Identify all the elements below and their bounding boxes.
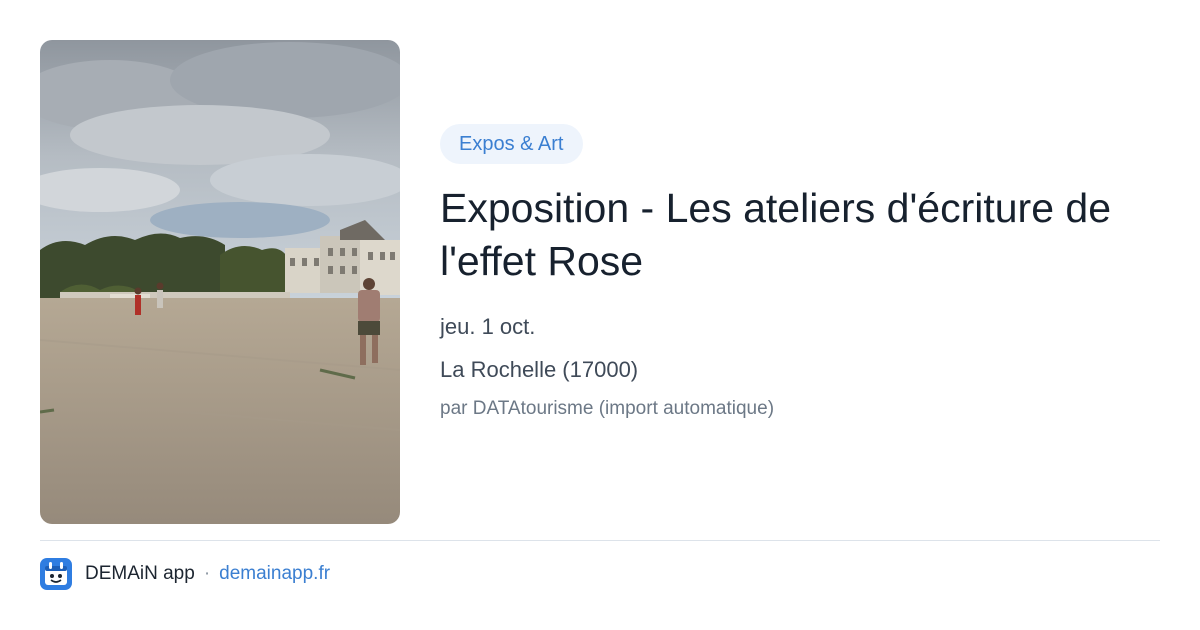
- footer-divider: [40, 540, 1160, 541]
- event-photo: [40, 40, 400, 524]
- demain-app-icon: [40, 558, 72, 590]
- footer: DEMAiN app · demainapp.fr: [40, 558, 330, 590]
- footer-separator: ·: [203, 563, 211, 584]
- event-source: par DATAtourisme (import automatique): [440, 398, 775, 419]
- event-preview-card[interactable]: Expos & Art Exposition - Les ateliers d'…: [0, 0, 1200, 630]
- event-location: La Rochelle (17000): [440, 357, 639, 382]
- domain-link[interactable]: demainapp.fr: [219, 563, 330, 585]
- app-name: DEMAiN app: [85, 563, 195, 584]
- event-date: jeu. 1 oct.: [440, 314, 536, 339]
- event-info: Expos & Art Exposition - Les ateliers d'…: [440, 124, 1160, 422]
- category-tag[interactable]: Expos & Art: [440, 124, 583, 164]
- event-title[interactable]: Exposition - Les ateliers d'écriture de …: [440, 182, 1160, 288]
